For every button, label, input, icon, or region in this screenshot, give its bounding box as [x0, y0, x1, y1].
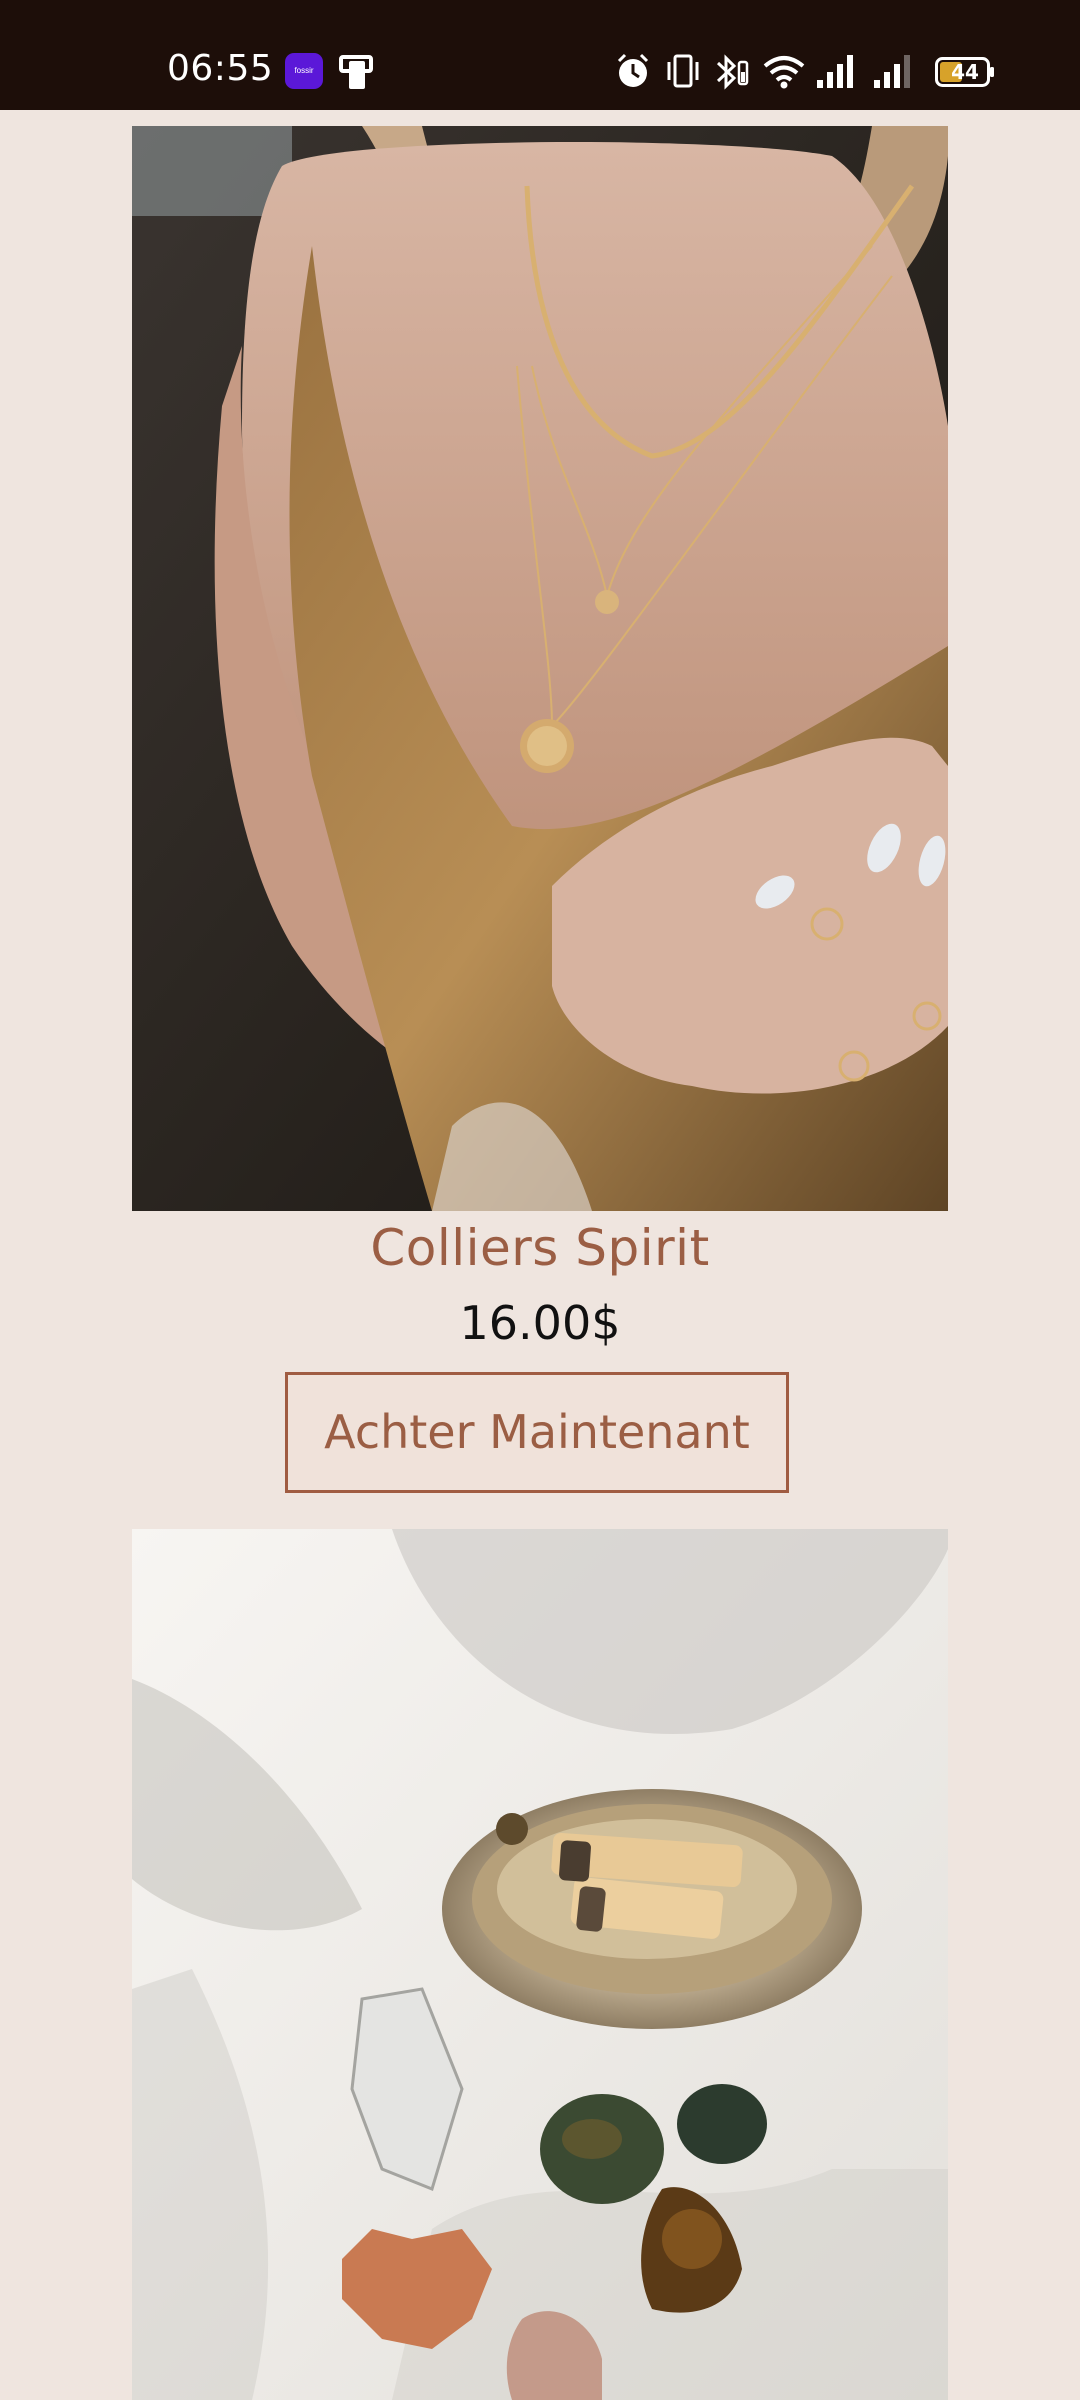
buy-now-button[interactable]: Achter Maintenant — [285, 1372, 789, 1493]
wifi-icon — [763, 56, 805, 89]
alarm-icon — [617, 53, 649, 87]
signal-icon — [817, 55, 853, 88]
product-name[interactable]: Colliers Spirit — [132, 1219, 948, 1277]
phone-rotate-icon — [339, 55, 373, 89]
product-image[interactable] — [132, 1529, 948, 2400]
status-bar: 06:55 fossir 44 — [0, 0, 1080, 110]
product-card: Colliers Spirit 16.00$ Achter Maintenant — [132, 126, 948, 1500]
crystals-photo — [132, 1529, 948, 2400]
signal-icon-2 — [874, 55, 910, 88]
status-time: 06:55 — [167, 48, 274, 89]
vibrate-icon — [667, 54, 699, 88]
battery-level: 44 — [951, 60, 979, 84]
necklace-photo — [132, 126, 948, 1211]
product-image[interactable] — [132, 126, 948, 1211]
product-card — [132, 1529, 948, 2400]
app-badge-icon: fossir — [285, 53, 323, 89]
product-price: 16.00$ — [459, 1296, 621, 1350]
bluetooth-icon — [716, 54, 749, 90]
